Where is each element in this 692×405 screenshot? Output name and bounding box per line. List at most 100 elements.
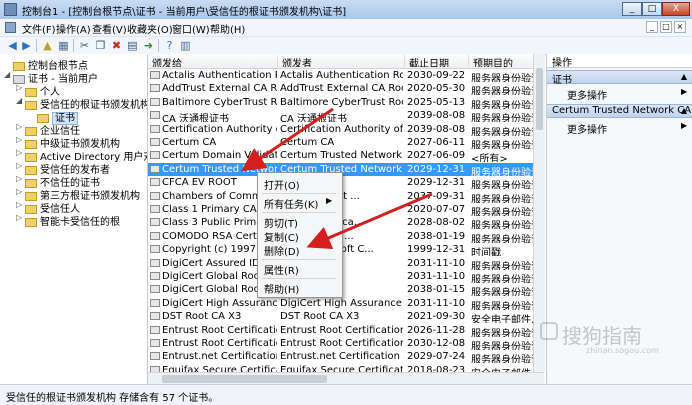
table-row[interactable]: Class 1 Primary CA2020-07-07服务器身份验证, 客 [148,203,544,216]
cell-date: 2029-12-31 [407,163,466,175]
console-app-icon [4,3,17,16]
tree-trusted-people[interactable]: ▷ 受信任人 [16,200,80,215]
context-menu-help[interactable]: 帮助(H) [264,281,299,296]
table-row[interactable]: DigiCert High Assurance EV ...DigiCert H… [148,297,544,310]
collapse-arrow-icon[interactable]: ▲ [681,106,687,115]
table-row[interactable]: Chambers of Commemmerce Root ...2037-09-… [148,190,544,203]
context-menu-all-tasks-label: 所有任务(K) [264,200,319,211]
tree-trusted-root-ca[interactable]: ◢ 受信任的根证书颁发机构 [16,96,147,111]
collapse-triangle-icon[interactable]: ◢ [16,96,25,105]
table-row[interactable]: AddTrust External CA RootAddTrust Extern… [148,82,544,95]
table-row[interactable]: Entrust.net Certification Auth...Entrust… [148,350,544,363]
actions-group-selected-cert[interactable]: Certum Trusted Network CA ▲ [547,104,692,118]
actions-group-certificates[interactable]: 证书 ▲ [547,70,692,86]
console-window-icon[interactable] [5,22,16,33]
context-menu-all-tasks[interactable]: 所有任务(K) ▶ [264,196,336,211]
expand-triangle-icon[interactable]: ▷ [16,122,25,131]
table-row[interactable]: Class 3 Public Primaimary Certifica...20… [148,216,544,229]
collapse-arrow-icon[interactable]: ▲ [681,72,687,81]
menu-favorites[interactable]: 收藏夹(O) [127,21,173,36]
collapse-triangle-icon[interactable]: ◢ [4,70,13,79]
delete-icon[interactable]: ✖ [110,39,123,52]
tree-trusted-publishers[interactable]: ▷ 受信任的发布者 [16,161,110,176]
more-actions-item[interactable]: 更多操作 ▶ [567,87,687,102]
cut-icon[interactable]: ✂ [78,39,91,52]
tree-console-root[interactable]: 控制台根节点 [4,57,88,72]
table-row[interactable]: Certification Authority of Wo...Certific… [148,123,544,136]
table-row[interactable]: DigiCert Global Rootot CA2031-11-10服务器身份… [148,270,544,283]
toolbar-separator [73,39,74,52]
tree-ad-user-object[interactable]: ▷Active Directory 用户对象 [16,148,147,163]
expand-triangle-icon[interactable]: ▷ [16,135,25,144]
menu-file[interactable]: 文件(F) [22,21,56,36]
show-hide-action-pane-icon[interactable]: ▥ [179,39,192,52]
up-folder-icon[interactable]: ▲ [41,39,54,52]
table-row[interactable]: CFCA EV ROOT2029-12-31服务器身份验证, 客 [148,176,544,189]
maximize-button[interactable]: □ [642,2,662,16]
tree-certs-current-user[interactable]: ◢ 证书 - 当前用户 [4,70,98,85]
expand-triangle-icon[interactable]: ▷ [16,148,25,157]
table-row[interactable]: DigiCert Global Rootot G22038-01-15服务器身份… [148,283,544,296]
expand-triangle-icon[interactable]: ▷ [16,174,25,183]
menu-view[interactable]: 查看(V) [92,21,127,36]
tree-intermediate-ca[interactable]: ▷ 中级证书颁发机构 [16,135,120,150]
show-hide-tree-icon[interactable]: ▦ [57,39,70,52]
table-row[interactable]: CA 沃通根证书CA 沃通根证书2039-08-08服务器身份验证, 客 [148,109,544,122]
column-header-issued-to[interactable]: 颁发给 [148,55,278,67]
certificate-icon [150,339,160,347]
minimize-button[interactable]: _ [622,2,642,16]
table-row[interactable]: Actalis Authentication Root CAActalis Au… [148,69,544,82]
tree-smart-card-roots[interactable]: ▷ 智能卡受信任的根 [16,213,120,228]
table-row[interactable]: Baltimore CyberTrust RootBaltimore Cyber… [148,96,544,109]
back-arrow-icon[interactable]: ◀ [6,39,19,52]
cell-to: DigiCert High Assurance EV ... [162,297,277,309]
more-actions-item[interactable]: 更多操作 ▶ [567,121,687,136]
expand-triangle-icon[interactable]: ▷ [16,200,25,209]
tree-certificates[interactable]: 证书 [28,109,78,125]
table-row[interactable]: Entrust Root Certification Au...Entrust … [148,337,544,350]
mdi-restore-button[interactable]: □ [660,21,672,33]
certificate-icon [150,205,160,213]
table-row[interactable]: COMODO RSA CertifiCertification ...2038-… [148,230,544,243]
cell-date: 1999-12-31 [407,244,466,256]
table-row[interactable]: Certum Domain Validation C...Certum Trus… [148,149,544,162]
context-menu-copy[interactable]: 复制(C) [264,229,299,244]
context-menu-properties[interactable]: 属性(R) [264,262,299,277]
scrollbar-thumb[interactable] [536,68,543,130]
help-icon[interactable]: ? [163,39,176,52]
column-header-issued-by[interactable]: 颁发者 [278,55,405,67]
expand-triangle-icon[interactable]: ▷ [16,161,25,170]
table-row[interactable]: DigiCert Assured ID Rd ID Root CA2031-11… [148,257,544,270]
table-row[interactable]: Certum CACertum CA2027-06-11服务器身份验证, 客 [148,136,544,149]
context-menu-open[interactable]: 打开(O) [264,177,300,192]
context-menu-delete[interactable]: 删除(D) [264,243,300,258]
expand-triangle-icon[interactable]: ▷ [16,83,25,92]
expand-triangle-icon[interactable]: ▷ [16,187,25,196]
copy-icon[interactable]: ❐ [94,39,107,52]
mdi-close-button[interactable]: × [674,21,686,33]
tree-third-party-root-ca[interactable]: ▷ 第三方根证书颁发机构 [16,187,140,202]
column-header-expiration[interactable]: 截止日期 [405,55,469,67]
tree-enterprise-trust[interactable]: ▷ 企业信任 [16,122,80,137]
table-row[interactable]: Copyright (c) 1997 Mi1997 Microsoft C...… [148,243,544,256]
menu-action[interactable]: 操作(A) [56,21,91,36]
table-row[interactable]: Certum Trusted Network CACertum Trusted … [148,162,544,176]
tree-untrusted-certs[interactable]: ▷ 不信任的证书 [16,174,100,189]
cell-by: Certum Trusted Network CA [280,150,403,162]
expand-triangle-icon[interactable]: ▷ [16,213,25,222]
close-button[interactable]: X [662,2,690,16]
export-icon[interactable]: ➜ [142,39,155,52]
table-row[interactable]: Entrust Root Certification Au...Entrust … [148,324,544,337]
tree-personal[interactable]: ▷ 个人 [16,83,60,98]
properties-icon[interactable]: ▤ [126,39,139,52]
menu-help[interactable]: 帮助(H) [210,21,245,36]
cell-by: Certum CA [280,137,335,148]
scrollbar-thumb[interactable] [162,375,327,383]
table-row[interactable]: DST Root CA X3 DST Root CA X3 2021-09-30 安全… [148,310,544,323]
menu-window[interactable]: 窗口(W) [172,21,210,36]
certificate-icon [150,325,160,334]
mdi-minimize-button[interactable]: _ [646,21,658,33]
forward-arrow-icon[interactable]: ▶ [20,39,33,52]
context-menu-cut[interactable]: 剪切(T) [264,215,298,230]
certificate-icon [150,111,160,120]
